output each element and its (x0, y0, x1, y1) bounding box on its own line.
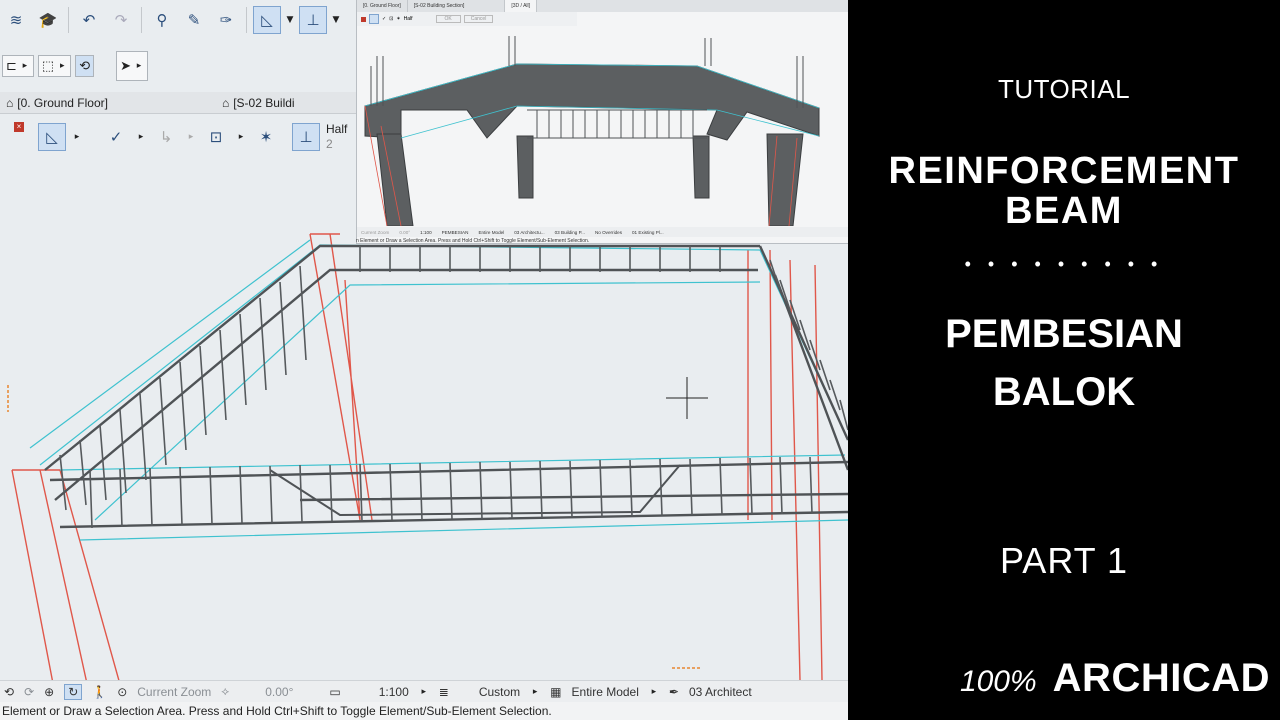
mini-3d-render (364, 36, 820, 226)
mini-info-box: ✓ ⊡ ✶ Half OK Cancel (357, 12, 577, 26)
mini-guide-icon[interactable] (369, 14, 379, 24)
title-panel: TUTORIAL REINFORCEMENT BEAM • • • • • • … (848, 0, 1280, 720)
mini-wand-icon[interactable]: ✶ (396, 16, 400, 22)
stirrups (59, 246, 848, 529)
model-field[interactable]: Entire Model (572, 685, 639, 699)
mini-zoom[interactable]: Current Zoom (361, 230, 389, 235)
concrete-column-front-right (766, 133, 804, 226)
status-bar: ⟲ ⟳ ⊕ ↻ 🚶 ⊙ Current Zoom ⟡ 0.00° ▭ 1:100… (0, 680, 848, 702)
zoom-field[interactable]: Current Zoom (137, 685, 211, 699)
subtitle-line-1: PEMBESIAN (945, 312, 1183, 356)
longitudinal-bars (44, 244, 848, 529)
angle-field[interactable]: 0.00° (265, 685, 293, 699)
concrete-frame (364, 63, 820, 226)
mini-rebar-stirrups (536, 110, 694, 138)
pen-set-field[interactable]: 03 Architect (689, 685, 752, 699)
mini-tab-building-section[interactable]: [S-02 Building Section] (408, 0, 506, 12)
mini-scale[interactable]: 1:100 (420, 230, 432, 235)
redo-view-icon[interactable]: ⟳ (24, 685, 34, 699)
title-line-2: BEAM (1005, 190, 1123, 232)
mini-cancel-button[interactable]: Cancel (463, 15, 494, 23)
stirrups-left-beam (59, 265, 307, 511)
navigation-icon[interactable]: ⟲ (4, 685, 14, 699)
chevron-right-icon[interactable]: ▸ (419, 687, 429, 697)
mini-tab-3d-all[interactable]: [3D / All] (505, 0, 538, 12)
crosshair-cursor (666, 377, 708, 419)
mini-check-icon[interactable]: ✓ (382, 16, 386, 22)
mini-hint-text: n Element or Draw a Selection Area. Pres… (356, 238, 590, 244)
concrete-column-front-left (376, 133, 414, 226)
mini-layer[interactable]: PEMBESIAN (442, 230, 469, 235)
chevron-right-icon[interactable]: ▸ (530, 687, 540, 697)
concrete-column-back-left (516, 135, 534, 199)
mini-override[interactable]: No Overrides (595, 230, 622, 235)
brand: 100% ARCHICAD (960, 656, 1270, 701)
window-3d-all[interactable]: [0. Ground Floor] [S-02 Building Section… (356, 0, 848, 244)
scale-icon: ▭ (329, 684, 341, 699)
mini-frame-icon[interactable]: ⊡ (389, 16, 393, 22)
concrete-beams (364, 63, 820, 141)
pen-icon: ✒ (668, 684, 679, 699)
percent-label: 100% (959, 665, 1037, 698)
tutorial-label: TUTORIAL (997, 74, 1131, 104)
archicad-viewport[interactable]: ≋ 🎓 ↶ ↷ ⚲ ✎ ✑ ◺ ▼ ⊥ ▼ ⊏ ▸ ⬚ ▸ ⟲ ➤ ▸ ⌂ [0. G… (0, 0, 848, 720)
rebar-cage (44, 244, 848, 529)
part-label: PART 1 (999, 540, 1129, 581)
title-line-1: REINFORCEMENT (888, 150, 1240, 192)
mini-status-bar: Current Zoom 0.00° 1:100 PEMBESIAN Entir… (357, 227, 848, 237)
mini-mvo[interactable]: 03 Building P... (555, 230, 585, 235)
mini-tab-bar: [0. Ground Floor] [S-02 Building Section… (357, 0, 848, 12)
mini-renovation[interactable]: 01 Existing Pl... (632, 230, 664, 235)
layer-field[interactable]: Custom (479, 685, 520, 699)
zoom-icon[interactable]: ⊕ (44, 685, 54, 699)
chevron-right-icon[interactable]: ▸ (649, 687, 659, 697)
scale-field[interactable]: 1:100 (379, 685, 409, 699)
mini-close-icon[interactable] (361, 16, 366, 22)
dot-divider: • • • • • • • • • (964, 254, 1164, 274)
model-view-icon: ▦ (550, 684, 562, 699)
mini-angle[interactable]: 0.00° (399, 230, 410, 235)
stirrups-right-beam (769, 259, 848, 431)
column-outline-back-left (309, 233, 373, 521)
hint-text: Element or Draw a Selection Area. Press … (0, 702, 848, 720)
brand-label: ARCHICAD (1052, 656, 1270, 700)
walk-icon[interactable]: 🚶 (92, 685, 107, 699)
angle-icon: ⟡ (221, 684, 230, 698)
zoom-dropdown-icon[interactable]: ⊙ (117, 685, 127, 699)
mini-ok-button[interactable]: OK (435, 15, 461, 23)
mini-snap-label[interactable]: Half (404, 16, 413, 22)
subtitle-line-2: BALOK (992, 370, 1136, 414)
concrete-column-back-right (692, 135, 710, 199)
mini-tab-ground-floor[interactable]: [0. Ground Floor] (357, 0, 408, 12)
mini-pen-set[interactable]: 03 Architectu... (514, 230, 544, 235)
mini-model[interactable]: Entire Model (478, 230, 504, 235)
layers-icon: ≣ (438, 684, 449, 699)
orbit-icon[interactable]: ↻ (64, 683, 83, 700)
stirrups-back-beam (359, 246, 721, 272)
mini-rebar-long (527, 109, 707, 139)
